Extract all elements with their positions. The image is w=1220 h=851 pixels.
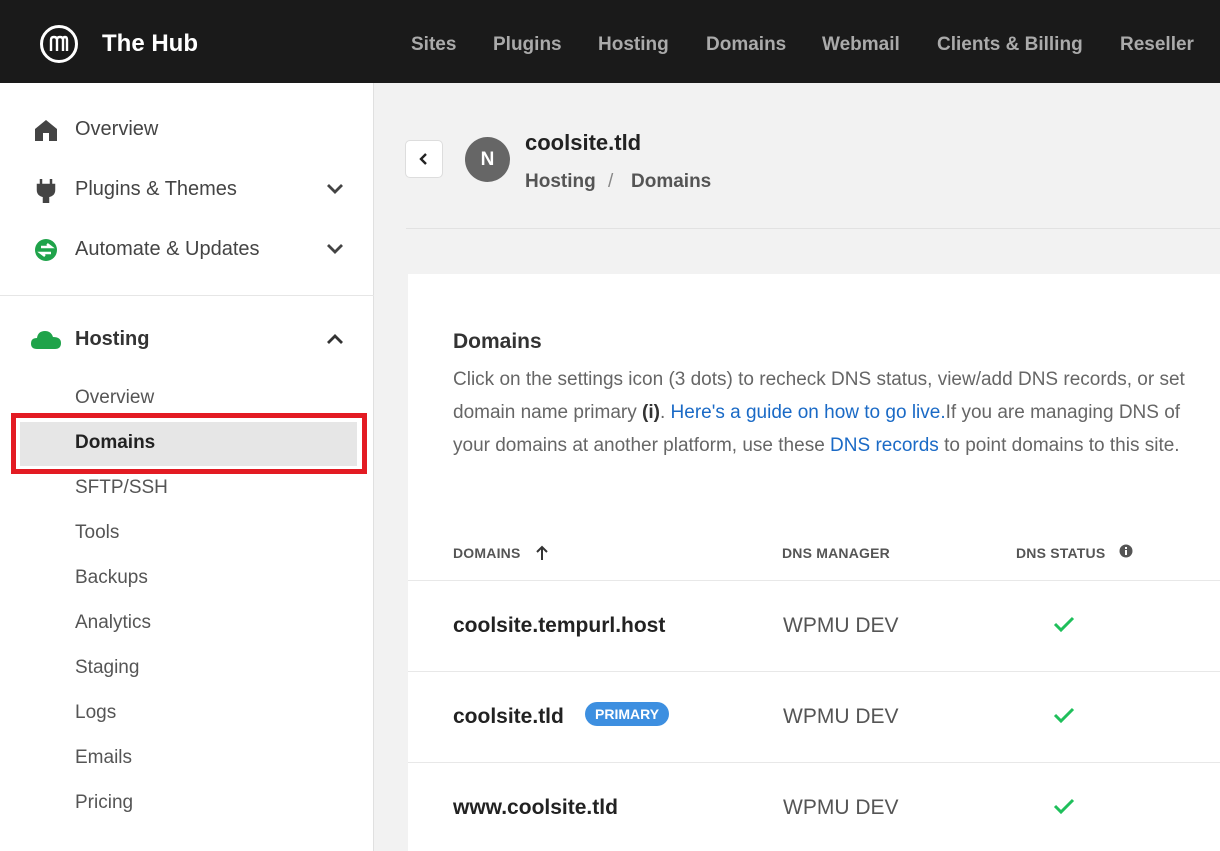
sidebar-item-overview[interactable]: Overview [0, 107, 374, 151]
top-nav: Sites Plugins Hosting Domains Webmail Cl… [0, 34, 1220, 60]
check-icon [1053, 707, 1075, 724]
sidebar: Overview Plugins & Themes Automate & Upd… [0, 83, 374, 851]
chevron-down-icon[interactable] [325, 179, 345, 199]
topnav-plugins[interactable]: Plugins [493, 34, 562, 56]
chevron-down-icon[interactable] [325, 239, 345, 259]
check-icon [1053, 798, 1075, 815]
domain-name[interactable]: www.coolsite.tld [453, 796, 618, 820]
topnav-clients-billing[interactable]: Clients & Billing [937, 34, 1083, 56]
highlight-annotation [11, 413, 367, 474]
sub-item-pricing[interactable]: Pricing [75, 792, 133, 814]
primary-badge: PRIMARY [585, 702, 670, 726]
dns-manager-value: WPMU DEV [783, 614, 899, 637]
sub-item-overview[interactable]: Overview [75, 387, 154, 409]
desc-text: . [659, 402, 671, 423]
domain-name[interactable]: coolsite.tempurl.host [453, 614, 665, 638]
info-marker: (i) [642, 402, 660, 423]
topnav-hosting[interactable]: Hosting [598, 34, 669, 56]
sort-arrow-up-icon[interactable] [535, 545, 549, 561]
sub-item-staging[interactable]: Staging [75, 657, 139, 679]
col-header-domains[interactable]: DOMAINS [453, 545, 521, 561]
automate-icon [35, 239, 57, 261]
sidebar-item-hosting[interactable]: Hosting [0, 317, 374, 361]
desc-text: to point domains to this site. [938, 435, 1180, 456]
check-icon [1053, 616, 1075, 633]
chevron-left-icon [419, 153, 427, 165]
domains-card: Domains Click on the settings icon (3 do… [408, 274, 1220, 851]
site-avatar: N [465, 137, 510, 182]
sidebar-item-label: Hosting [75, 328, 150, 350]
breadcrumb-hosting[interactable]: Hosting [525, 171, 596, 193]
topnav-webmail[interactable]: Webmail [822, 34, 900, 56]
breadcrumb-separator: / [608, 171, 614, 192]
dns-manager-value: WPMU DEV [783, 796, 899, 819]
back-button[interactable] [405, 140, 443, 178]
card-title: Domains [453, 330, 542, 353]
card-description: Click on the settings icon (3 dots) to r… [453, 363, 1188, 462]
sub-item-emails[interactable]: Emails [75, 747, 132, 769]
top-bar: The Hub Sites Plugins Hosting Domains We… [0, 0, 1220, 83]
sidebar-item-automate-updates[interactable]: Automate & Updates [0, 227, 374, 271]
home-icon [35, 120, 57, 141]
sidebar-item-plugins-themes[interactable]: Plugins & Themes [0, 167, 374, 211]
cloud-icon [31, 331, 61, 349]
header-divider [406, 228, 1220, 229]
sub-item-logs[interactable]: Logs [75, 702, 116, 724]
dns-manager-value: WPMU DEV [783, 705, 899, 728]
breadcrumb-domains: Domains [631, 171, 712, 192]
sub-item-sftp-ssh[interactable]: SFTP/SSH [75, 477, 168, 499]
sidebar-divider [0, 295, 374, 296]
sidebar-item-label: Automate & Updates [75, 238, 260, 260]
table-row[interactable]: coolsite.tld PRIMARY WPMU DEV [408, 671, 1220, 762]
info-icon[interactable] [1119, 544, 1133, 558]
topnav-domains[interactable]: Domains [706, 34, 786, 56]
col-header-dns-manager[interactable]: DNS MANAGER [782, 545, 890, 561]
plug-icon [36, 179, 56, 203]
dns-records-link[interactable]: DNS records [830, 435, 939, 456]
sidebar-item-label: Overview [75, 118, 159, 140]
sub-item-analytics[interactable]: Analytics [75, 612, 151, 634]
topnav-reseller[interactable]: Reseller [1120, 34, 1194, 56]
go-live-guide-link[interactable]: Here's a guide on how to go live. [671, 402, 946, 423]
sub-item-tools[interactable]: Tools [75, 522, 119, 544]
chevron-up-icon[interactable] [325, 329, 345, 349]
site-name: coolsite.tld [525, 130, 642, 155]
domain-name[interactable]: coolsite.tld [453, 705, 564, 729]
sub-item-backups[interactable]: Backups [75, 567, 148, 589]
table-row[interactable]: www.coolsite.tld WPMU DEV [408, 762, 1220, 851]
col-header-dns-status: DNS STATUS [1016, 545, 1106, 561]
topnav-sites[interactable]: Sites [411, 34, 456, 56]
sidebar-item-label: Plugins & Themes [75, 178, 237, 200]
table-row[interactable]: coolsite.tempurl.host WPMU DEV [408, 580, 1220, 671]
